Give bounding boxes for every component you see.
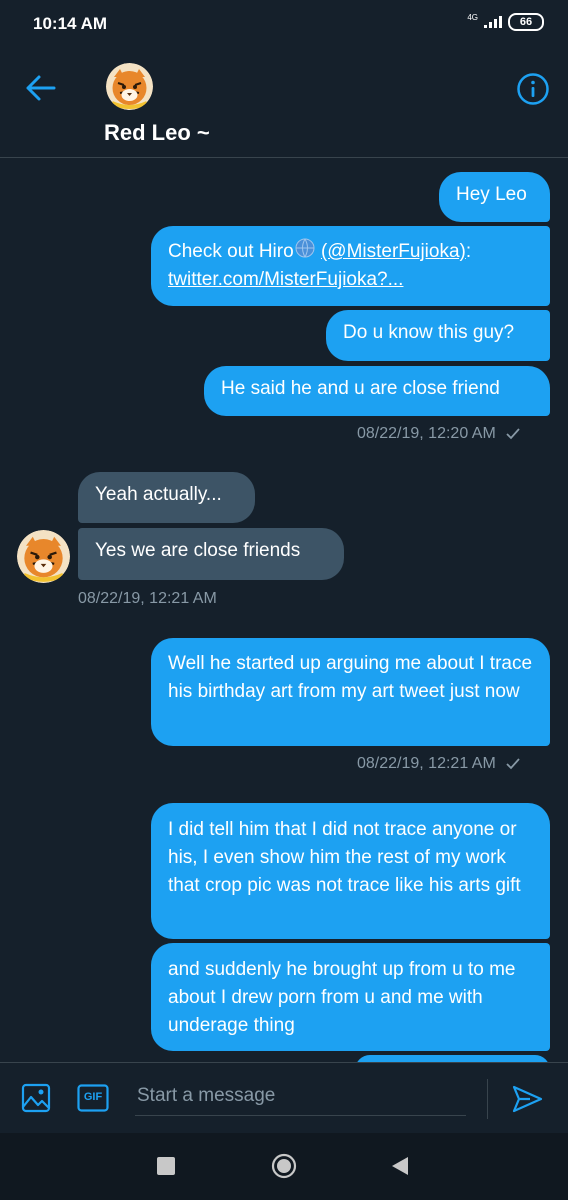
message-timestamp: 08/22/19, 12:20 AM xyxy=(357,425,520,443)
message-text: He said he and u are close friend xyxy=(221,378,500,399)
send-button[interactable] xyxy=(510,1083,544,1115)
home-circle-icon xyxy=(271,1153,297,1179)
signal-icon xyxy=(484,16,502,28)
message-text: I did tell him that I did not trace anyo… xyxy=(168,819,521,896)
system-nav-bar xyxy=(0,1133,568,1200)
tiger-avatar-icon xyxy=(106,63,153,110)
gif-label: GIF xyxy=(83,1091,103,1103)
contact-avatar[interactable] xyxy=(106,63,153,110)
checkmark-icon xyxy=(506,758,520,770)
home-button[interactable] xyxy=(271,1153,297,1179)
recent-apps-button[interactable] xyxy=(157,1157,175,1175)
message-text: Yeah actually... xyxy=(95,484,222,505)
composer-divider xyxy=(487,1079,488,1119)
message-timestamp: 08/22/19, 12:21 AM xyxy=(78,590,217,608)
status-icons: 4G 66 xyxy=(467,13,544,31)
timestamp-text: 08/22/19, 12:20 AM xyxy=(357,425,496,442)
timestamp-text: 08/22/19, 12:21 AM xyxy=(357,755,496,772)
message-timestamp: 08/22/19, 12:21 AM xyxy=(357,755,520,773)
info-icon xyxy=(517,73,549,105)
message-text: and suddenly he brought up from u to me … xyxy=(168,959,516,1036)
message-bubble-sent[interactable]: Hey Leo xyxy=(439,172,550,222)
add-media-button[interactable] xyxy=(20,1082,52,1114)
message-input[interactable] xyxy=(135,1077,466,1116)
message-bubble-sent[interactable]: I did tell him that I did not trace anyo… xyxy=(151,803,550,939)
arrow-left-icon xyxy=(26,75,56,101)
message-text: Yes we are close friends xyxy=(95,540,301,561)
message-bubble-sent[interactable]: He said he and u are close friend xyxy=(204,366,550,416)
message-bubble-received[interactable]: Yeah actually... xyxy=(78,472,255,523)
mention-link[interactable]: (@MisterFujioka) xyxy=(321,241,466,262)
message-bubble-sent[interactable]: and suddenly he brought up from u to me … xyxy=(151,943,550,1051)
message-bubble-sent[interactable]: Well he started up arguing me about I tr… xyxy=(151,638,550,746)
triangle-back-icon xyxy=(392,1157,408,1175)
status-bar: 10:14 AM 4G 66 xyxy=(0,0,568,50)
send-icon xyxy=(512,1085,543,1113)
message-text: Hey Leo xyxy=(456,184,527,205)
conversation-header: Red Leo ~ xyxy=(0,50,568,158)
globe-icon xyxy=(295,238,315,258)
message-bubble-received[interactable]: Yes we are close friends xyxy=(78,528,344,580)
status-time: 10:14 AM xyxy=(33,14,108,33)
contact-avatar[interactable] xyxy=(17,530,70,583)
message-text: : xyxy=(465,241,472,262)
battery-icon: 66 xyxy=(508,13,544,31)
gif-button[interactable]: GIF xyxy=(77,1084,109,1112)
checkmark-icon xyxy=(506,428,520,440)
network-type: 4G xyxy=(467,13,478,22)
message-composer: GIF xyxy=(0,1062,568,1133)
tiger-avatar-icon xyxy=(17,530,70,583)
system-back-button[interactable] xyxy=(391,1156,409,1176)
timestamp-text: 08/22/19, 12:21 AM xyxy=(78,590,217,607)
contact-name[interactable]: Red Leo ~ xyxy=(104,120,210,146)
message-text: Check out Hiro xyxy=(168,241,294,262)
message-bubble-sent[interactable]: Do u know this guy? xyxy=(326,310,550,361)
info-button[interactable] xyxy=(516,72,550,106)
url-link[interactable]: twitter.com/MisterFujioka?... xyxy=(168,269,403,290)
message-text: Do u know this guy? xyxy=(343,322,515,343)
image-icon xyxy=(21,1083,51,1113)
message-text: Well he started up arguing me about I tr… xyxy=(168,653,533,702)
back-button[interactable] xyxy=(24,72,58,104)
message-bubble-sent[interactable]: Check out Hiro (@MisterFujioka): twitter… xyxy=(151,226,550,306)
